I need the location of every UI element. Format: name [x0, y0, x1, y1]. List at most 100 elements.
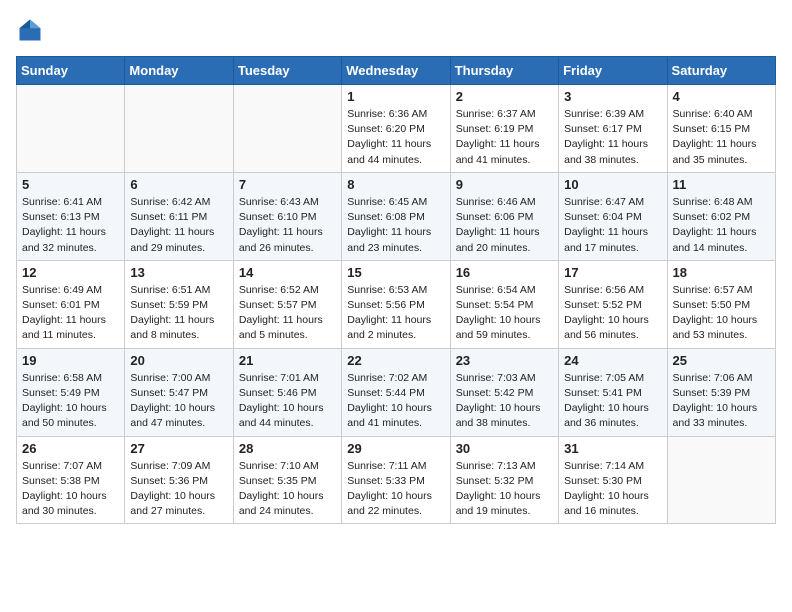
- day-number: 17: [564, 265, 661, 280]
- calendar-week-row: 12 Sunrise: 6:49 AM Sunset: 6:01 PM Dayli…: [17, 260, 776, 348]
- logo-icon: [16, 16, 44, 44]
- day-number: 16: [456, 265, 553, 280]
- calendar-header-saturday: Saturday: [667, 57, 775, 85]
- calendar-day-cell: 16 Sunrise: 6:54 AM Sunset: 5:54 PM Dayli…: [450, 260, 558, 348]
- calendar-header-friday: Friday: [559, 57, 667, 85]
- calendar-day-cell: 24Sunrise: 7:05 AM Sunset: 5:41 PM Dayli…: [559, 348, 667, 436]
- day-info: Sunrise: 7:10 AM Sunset: 5:35 PM Dayligh…: [239, 459, 336, 520]
- day-number: 11: [673, 177, 770, 192]
- day-number: 23: [456, 353, 553, 368]
- calendar-header-row: SundayMondayTuesdayWednesdayThursdayFrid…: [17, 57, 776, 85]
- calendar-header-sunday: Sunday: [17, 57, 125, 85]
- day-info: Sunrise: 7:09 AM Sunset: 5:36 PM Dayligh…: [130, 459, 227, 520]
- calendar-day-cell: 21Sunrise: 7:01 AM Sunset: 5:46 PM Dayli…: [233, 348, 341, 436]
- day-number: 22: [347, 353, 444, 368]
- calendar-day-cell: [667, 436, 775, 524]
- day-info: Sunrise: 6:48 AM Sunset: 6:02 PM Dayligh…: [673, 195, 770, 256]
- calendar-header-tuesday: Tuesday: [233, 57, 341, 85]
- day-info: Sunrise: 6:43 AM Sunset: 6:10 PM Dayligh…: [239, 195, 336, 256]
- day-number: 26: [22, 441, 119, 456]
- day-info: Sunrise: 7:03 AM Sunset: 5:42 PM Dayligh…: [456, 371, 553, 432]
- day-number: 4: [673, 89, 770, 104]
- day-number: 12: [22, 265, 119, 280]
- day-number: 2: [456, 89, 553, 104]
- calendar-day-cell: 13Sunrise: 6:51 AM Sunset: 5:59 PM Dayli…: [125, 260, 233, 348]
- day-number: 6: [130, 177, 227, 192]
- day-number: 5: [22, 177, 119, 192]
- calendar-day-cell: [17, 85, 125, 173]
- day-info: Sunrise: 6:40 AM Sunset: 6:15 PM Dayligh…: [673, 107, 770, 168]
- day-number: 8: [347, 177, 444, 192]
- calendar-week-row: 26 Sunrise: 7:07 AM Sunset: 5:38 PM Dayli…: [17, 436, 776, 524]
- calendar-day-cell: 26 Sunrise: 7:07 AM Sunset: 5:38 PM Dayli…: [17, 436, 125, 524]
- day-number: 18: [673, 265, 770, 280]
- day-number: 25: [673, 353, 770, 368]
- calendar-day-cell: 14 Sunrise: 6:52 AM Sunset: 5:57 PM Dayli…: [233, 260, 341, 348]
- day-info: Sunrise: 6:36 AM Sunset: 6:20 PM Dayligh…: [347, 107, 444, 168]
- day-number: 3: [564, 89, 661, 104]
- day-number: 14: [239, 265, 336, 280]
- day-info: Sunrise: 6:49 AM Sunset: 6:01 PM Dayligh…: [22, 283, 119, 344]
- calendar-day-cell: 8 Sunrise: 6:45 AM Sunset: 6:08 PM Daylig…: [342, 172, 450, 260]
- calendar-day-cell: 4 Sunrise: 6:40 AM Sunset: 6:15 PM Daylig…: [667, 85, 775, 173]
- day-number: 10: [564, 177, 661, 192]
- day-number: 9: [456, 177, 553, 192]
- calendar-day-cell: 10 Sunrise: 6:47 AM Sunset: 6:04 PM Dayli…: [559, 172, 667, 260]
- calendar-week-row: 19 Sunrise: 6:58 AM Sunset: 5:49 PM Dayli…: [17, 348, 776, 436]
- day-number: 15: [347, 265, 444, 280]
- day-number: 20: [130, 353, 227, 368]
- calendar-day-cell: [233, 85, 341, 173]
- day-info: Sunrise: 6:58 AM Sunset: 5:49 PM Dayligh…: [22, 371, 119, 432]
- calendar-header-thursday: Thursday: [450, 57, 558, 85]
- calendar-day-cell: 5 Sunrise: 6:41 AM Sunset: 6:13 PM Daylig…: [17, 172, 125, 260]
- day-number: 29: [347, 441, 444, 456]
- calendar-day-cell: 17Sunrise: 6:56 AM Sunset: 5:52 PM Dayli…: [559, 260, 667, 348]
- calendar-week-row: 1 Sunrise: 6:36 AM Sunset: 6:20 PM Daylig…: [17, 85, 776, 173]
- day-info: Sunrise: 7:11 AM Sunset: 5:33 PM Dayligh…: [347, 459, 444, 520]
- calendar-day-cell: 31 Sunrise: 7:14 AM Sunset: 5:30 PM Dayli…: [559, 436, 667, 524]
- day-number: 30: [456, 441, 553, 456]
- day-info: Sunrise: 6:37 AM Sunset: 6:19 PM Dayligh…: [456, 107, 553, 168]
- calendar-day-cell: 3 Sunrise: 6:39 AM Sunset: 6:17 PM Daylig…: [559, 85, 667, 173]
- calendar-day-cell: 30 Sunrise: 7:13 AM Sunset: 5:32 PM Dayli…: [450, 436, 558, 524]
- day-info: Sunrise: 6:45 AM Sunset: 6:08 PM Dayligh…: [347, 195, 444, 256]
- calendar-day-cell: 1 Sunrise: 6:36 AM Sunset: 6:20 PM Daylig…: [342, 85, 450, 173]
- page-header: [16, 16, 776, 44]
- day-info: Sunrise: 6:41 AM Sunset: 6:13 PM Dayligh…: [22, 195, 119, 256]
- day-info: Sunrise: 6:47 AM Sunset: 6:04 PM Dayligh…: [564, 195, 661, 256]
- day-info: Sunrise: 7:05 AM Sunset: 5:41 PM Dayligh…: [564, 371, 661, 432]
- day-number: 1: [347, 89, 444, 104]
- day-info: Sunrise: 6:54 AM Sunset: 5:54 PM Dayligh…: [456, 283, 553, 344]
- calendar-day-cell: 18 Sunrise: 6:57 AM Sunset: 5:50 PM Dayli…: [667, 260, 775, 348]
- calendar-day-cell: 23 Sunrise: 7:03 AM Sunset: 5:42 PM Dayli…: [450, 348, 558, 436]
- day-number: 19: [22, 353, 119, 368]
- day-info: Sunrise: 7:00 AM Sunset: 5:47 PM Dayligh…: [130, 371, 227, 432]
- calendar-table: SundayMondayTuesdayWednesdayThursdayFrid…: [16, 56, 776, 524]
- logo: [16, 16, 48, 44]
- day-info: Sunrise: 7:14 AM Sunset: 5:30 PM Dayligh…: [564, 459, 661, 520]
- day-info: Sunrise: 7:06 AM Sunset: 5:39 PM Dayligh…: [673, 371, 770, 432]
- day-info: Sunrise: 6:57 AM Sunset: 5:50 PM Dayligh…: [673, 283, 770, 344]
- calendar-day-cell: 27 Sunrise: 7:09 AM Sunset: 5:36 PM Dayli…: [125, 436, 233, 524]
- calendar-day-cell: 11 Sunrise: 6:48 AM Sunset: 6:02 PM Dayli…: [667, 172, 775, 260]
- calendar-day-cell: 25 Sunrise: 7:06 AM Sunset: 5:39 PM Dayli…: [667, 348, 775, 436]
- day-number: 27: [130, 441, 227, 456]
- calendar-day-cell: [125, 85, 233, 173]
- day-info: Sunrise: 7:13 AM Sunset: 5:32 PM Dayligh…: [456, 459, 553, 520]
- day-info: Sunrise: 7:07 AM Sunset: 5:38 PM Dayligh…: [22, 459, 119, 520]
- day-info: Sunrise: 6:42 AM Sunset: 6:11 PM Dayligh…: [130, 195, 227, 256]
- calendar-day-cell: 19 Sunrise: 6:58 AM Sunset: 5:49 PM Dayli…: [17, 348, 125, 436]
- day-number: 28: [239, 441, 336, 456]
- day-number: 31: [564, 441, 661, 456]
- day-info: Sunrise: 6:52 AM Sunset: 5:57 PM Dayligh…: [239, 283, 336, 344]
- day-info: Sunrise: 6:53 AM Sunset: 5:56 PM Dayligh…: [347, 283, 444, 344]
- day-info: Sunrise: 6:39 AM Sunset: 6:17 PM Dayligh…: [564, 107, 661, 168]
- calendar-day-cell: 29 Sunrise: 7:11 AM Sunset: 5:33 PM Dayli…: [342, 436, 450, 524]
- calendar-day-cell: 7Sunrise: 6:43 AM Sunset: 6:10 PM Daylig…: [233, 172, 341, 260]
- day-info: Sunrise: 7:01 AM Sunset: 5:46 PM Dayligh…: [239, 371, 336, 432]
- calendar-day-cell: 9Sunrise: 6:46 AM Sunset: 6:06 PM Daylig…: [450, 172, 558, 260]
- day-number: 13: [130, 265, 227, 280]
- calendar-day-cell: 2 Sunrise: 6:37 AM Sunset: 6:19 PM Daylig…: [450, 85, 558, 173]
- calendar-day-cell: 20 Sunrise: 7:00 AM Sunset: 5:47 PM Dayli…: [125, 348, 233, 436]
- calendar-day-cell: 22Sunrise: 7:02 AM Sunset: 5:44 PM Dayli…: [342, 348, 450, 436]
